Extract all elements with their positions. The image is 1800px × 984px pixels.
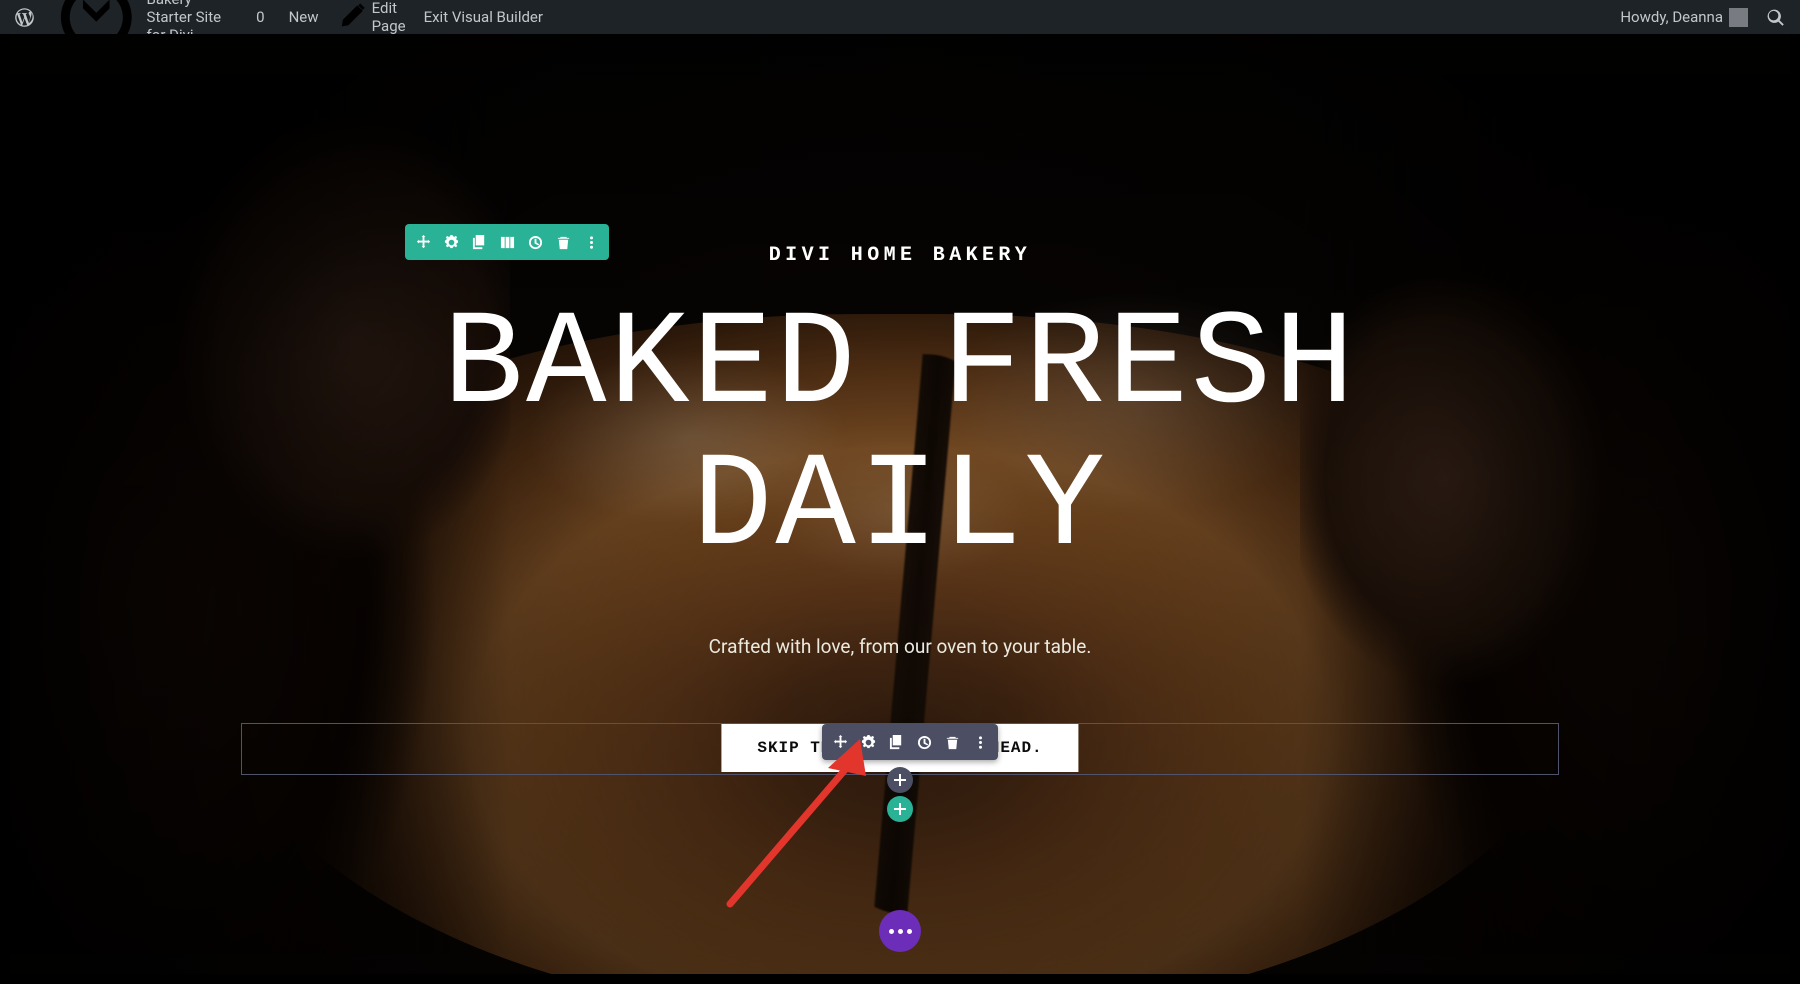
row-duplicate-icon[interactable] [465,228,493,256]
adminbar-account[interactable]: Howdy, Deanna [1611,0,1757,34]
add-row-button[interactable] [887,796,913,822]
adminbar-edit-page[interactable]: Edit Page [328,0,415,34]
row-columns-icon[interactable] [493,228,521,256]
module-settings-icon[interactable] [854,728,882,756]
hero-subtitle: Crafted with love, from our oven to your… [709,635,1092,658]
avatar [1729,8,1748,27]
add-module-button[interactable] [887,767,913,793]
row-settings-icon[interactable] [437,228,465,256]
row-toolbar [405,224,609,260]
row-save-icon[interactable] [521,228,549,256]
row-more-icon[interactable] [577,228,605,256]
adminbar-exit-vb[interactable]: Exit Visual Builder [415,0,552,34]
wp-admin-bar: Bakery Starter Site for Divi 0 New Edit … [0,0,1800,34]
row-move-icon[interactable] [409,228,437,256]
module-move-icon[interactable] [826,728,854,756]
builder-more-fab[interactable] [879,910,921,952]
hero-eyebrow: DIVI HOME BAKERY [769,244,1031,267]
row-delete-icon[interactable] [549,228,577,256]
module-save-icon[interactable] [910,728,938,756]
adminbar-edit-page-label: Edit Page [372,0,406,35]
hero-section: DIVI HOME BAKERY BAKED FRESH DAILY Craft… [10,34,1790,974]
adminbar-site-name[interactable]: Bakery Starter Site for Divi [43,0,241,34]
page-viewport: DIVI HOME BAKERY BAKED FRESH DAILY Craft… [10,34,1790,974]
module-delete-icon[interactable] [938,728,966,756]
adminbar-exit-vb-label: Exit Visual Builder [424,8,543,26]
wp-logo[interactable] [6,0,43,34]
adminbar-comments[interactable]: 0 [241,0,273,34]
module-duplicate-icon[interactable] [882,728,910,756]
module-toolbar [822,724,998,760]
adminbar-howdy: Howdy, Deanna [1620,8,1723,26]
hero-headline: BAKED FRESH DAILY [443,295,1357,579]
adminbar-comment-count: 0 [256,8,264,26]
adminbar-search[interactable] [1757,0,1794,34]
adminbar-new[interactable]: New [274,0,328,34]
adminbar-new-label: New [289,8,319,26]
module-more-icon[interactable] [966,728,994,756]
